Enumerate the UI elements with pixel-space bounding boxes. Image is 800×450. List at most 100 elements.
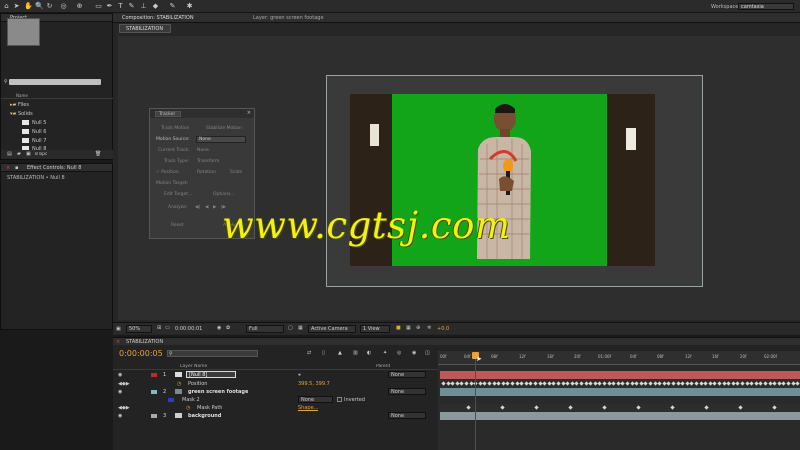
keyframe-marker[interactable] xyxy=(712,381,718,386)
keyframe-marker[interactable] xyxy=(758,381,764,386)
keyframe-marker[interactable] xyxy=(680,381,685,386)
keyframe-marker[interactable] xyxy=(505,381,511,386)
keyframe-marker[interactable] xyxy=(500,405,505,410)
parent-select[interactable]: None xyxy=(388,371,426,378)
keyframe-marker[interactable] xyxy=(510,381,515,386)
frame-blending-icon[interactable]: ▥ xyxy=(353,350,358,356)
keyframe-marker[interactable] xyxy=(602,405,607,410)
keyframe-marker[interactable] xyxy=(786,381,791,386)
viewer-timecode[interactable]: 0:00:00:01 xyxy=(175,326,202,332)
composition-tab[interactable]: Composition: STABILIZATION xyxy=(122,15,194,21)
transparency-grid-icon[interactable]: ▦ xyxy=(298,325,303,331)
keyframe-marker[interactable] xyxy=(726,381,731,386)
timeline-timecode[interactable]: 0:00:00:05 xyxy=(119,349,163,358)
parent-select[interactable]: None xyxy=(388,412,426,419)
rotation-checkbox[interactable]: Rotation xyxy=(197,170,216,175)
motion-source-select[interactable]: None xyxy=(196,136,246,143)
show-channel-icon[interactable]: ✿ xyxy=(226,325,230,331)
comp-flowchart-icon[interactable]: ⊕ xyxy=(416,325,420,331)
camera-tool-icon[interactable]: ◎ xyxy=(60,3,67,10)
keyframe-marker[interactable] xyxy=(459,381,465,386)
new-comp-icon[interactable]: ▣ xyxy=(26,151,31,157)
visibility-icon[interactable]: ◉ xyxy=(118,372,122,378)
visibility-icon[interactable]: ◉ xyxy=(118,389,122,395)
clone-stamp-tool-icon[interactable]: ⊥ xyxy=(140,3,147,10)
keyframe-marker[interactable] xyxy=(763,381,768,386)
mask-path-value[interactable]: Shape... xyxy=(298,405,318,411)
keyframe-marker[interactable] xyxy=(551,381,557,386)
keyframe-marker[interactable] xyxy=(666,381,672,386)
timeline-search-input[interactable]: ⚲ xyxy=(167,350,258,357)
selection-tool-icon[interactable]: ➤ xyxy=(13,3,20,10)
effect-controls-tab[interactable]: × ▪ Effect Controls: Null 8 xyxy=(1,164,112,172)
hand-tool-icon[interactable]: ✋ xyxy=(24,3,33,10)
pen-tool-icon[interactable]: ✒ xyxy=(106,3,113,10)
workspace-select[interactable]: camtasia xyxy=(738,3,794,10)
puppet-pin-tool-icon[interactable]: ✱ xyxy=(186,3,193,10)
keyframe-marker[interactable] xyxy=(704,405,709,410)
close-icon[interactable]: × xyxy=(116,339,120,345)
hide-shy-layers-icon[interactable]: ▲ xyxy=(338,350,342,356)
mask-color-swatch[interactable] xyxy=(168,398,174,402)
scale-checkbox[interactable]: Scale xyxy=(230,170,242,175)
label-color-swatch[interactable] xyxy=(151,373,157,377)
bit-depth-button[interactable]: 8 bpc xyxy=(35,152,47,157)
track-type-select[interactable]: Transform xyxy=(197,159,219,164)
rectangle-tool-icon[interactable]: ▭ xyxy=(95,3,102,10)
eraser-tool-icon[interactable]: ◆ xyxy=(152,3,159,10)
mask-mode-select[interactable]: None xyxy=(298,396,333,403)
keyframe-marker[interactable] xyxy=(519,381,524,386)
current-track-select[interactable]: None xyxy=(197,148,209,153)
rotate-tool-icon[interactable]: ↻ xyxy=(46,3,53,10)
keyframe-marker[interactable] xyxy=(717,381,722,386)
brainstorm-icon[interactable]: ✦ xyxy=(383,350,387,356)
shy-switch-icon[interactable]: ⚹ xyxy=(298,372,301,378)
analyze-backward-icon[interactable]: ◀| xyxy=(195,205,200,210)
keyframe-marker[interactable] xyxy=(565,381,570,386)
project-search-input[interactable] xyxy=(9,79,101,85)
keyframe-marker[interactable] xyxy=(602,381,607,386)
keyframe-marker[interactable] xyxy=(534,405,539,410)
track-motion-button[interactable]: Track Motion xyxy=(161,126,189,131)
region-of-interest-icon[interactable]: ▢ xyxy=(288,325,293,331)
label-color-swatch[interactable] xyxy=(151,390,157,394)
layer-duration-bar-footage[interactable] xyxy=(440,388,800,396)
keyframe-marker[interactable] xyxy=(464,381,469,386)
snapshot-icon[interactable]: ◉ xyxy=(217,325,221,331)
stopwatch-icon[interactable]: ◷ xyxy=(186,405,190,411)
project-item-null-6[interactable]: Null 6 xyxy=(22,129,46,136)
auto-keyframe-icon[interactable]: ◉ xyxy=(412,350,416,356)
property-row-mask-path[interactable]: ◀◆▶ ◷ Mask Path Shape... xyxy=(113,404,438,412)
brush-tool-icon[interactable]: ✎ xyxy=(128,3,135,10)
keyframe-marker[interactable] xyxy=(694,381,699,386)
always-preview-icon[interactable]: ▣ xyxy=(116,326,121,332)
mask-visibility-icon[interactable]: ▭ xyxy=(165,325,170,331)
keyframe-marker[interactable] xyxy=(648,381,653,386)
timeline-tab[interactable]: STABILIZATION xyxy=(126,339,163,345)
inverted-checkbox[interactable] xyxy=(337,397,342,402)
keyframe-marker[interactable] xyxy=(625,381,630,386)
keyframe-marker[interactable] xyxy=(533,381,538,386)
position-checkbox[interactable]: ✓ Position xyxy=(156,170,179,175)
zoom-tool-icon[interactable]: 🔍 xyxy=(35,3,44,10)
keyframe-marker[interactable] xyxy=(556,381,561,386)
trash-icon[interactable]: 🗑 xyxy=(95,151,101,157)
live-update-icon[interactable]: ◫ xyxy=(425,350,430,356)
keyframe-marker[interactable] xyxy=(703,381,708,386)
fast-previews-icon[interactable]: ■ xyxy=(396,325,401,331)
lock-icon[interactable]: ▪ xyxy=(15,165,18,171)
interpret-footage-icon[interactable]: ▤ xyxy=(7,151,12,157)
analyze-forward-icon[interactable]: ▶ xyxy=(213,205,216,210)
keyframe-marker[interactable] xyxy=(735,381,741,386)
resolution-select[interactable]: Full xyxy=(246,325,284,333)
timeline-icon[interactable]: ▦ xyxy=(406,325,411,331)
zoom-select[interactable]: 50% xyxy=(126,325,152,333)
keyframe-marker[interactable] xyxy=(634,381,639,386)
project-folder-files[interactable]: ▸▰ Files xyxy=(10,102,29,109)
keyframe-marker[interactable] xyxy=(496,381,501,386)
layer-duration-bar-background[interactable] xyxy=(440,412,800,420)
layer-row-background[interactable]: ◉ 3 background None xyxy=(113,412,438,420)
label-color-swatch[interactable] xyxy=(151,414,157,418)
keyframe-marker[interactable] xyxy=(487,381,492,386)
visibility-icon[interactable]: ◉ xyxy=(118,413,122,419)
